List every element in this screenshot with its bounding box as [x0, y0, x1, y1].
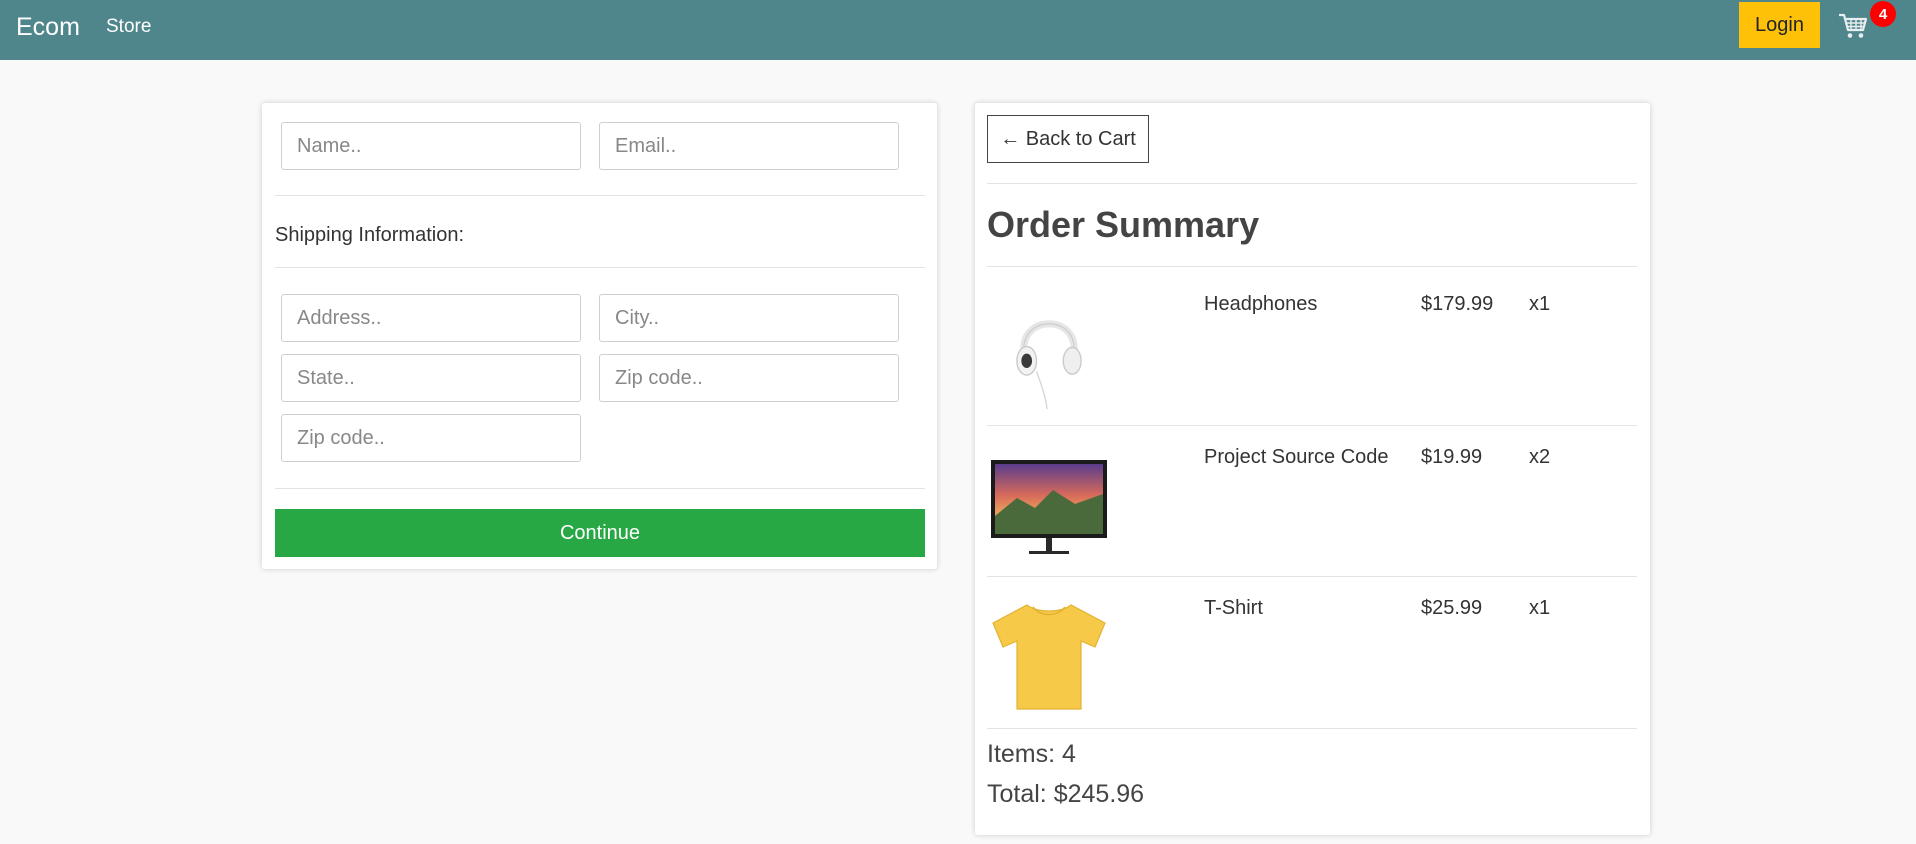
divider [987, 576, 1637, 577]
item-price: $25.99 [1421, 597, 1483, 619]
divider [987, 266, 1637, 267]
monitor-image [991, 460, 1107, 554]
state-input[interactable] [281, 354, 581, 402]
order-item-row: T-Shirt $25.99 x1 [987, 587, 1637, 737]
order-total: Total: $245.96 [987, 780, 1145, 808]
continue-button[interactable]: Continue [275, 509, 925, 557]
item-price: $179.99 [1421, 293, 1494, 315]
zip-code-input-secondary[interactable] [281, 414, 581, 462]
checkout-form-card: Shipping Information: Continue [262, 103, 937, 569]
headphones-image [1016, 320, 1082, 409]
divider [275, 195, 925, 196]
order-summary-title: Order Summary [987, 204, 1260, 245]
order-item-row: Project Source Code $19.99 x2 [987, 436, 1637, 586]
item-name: Project Source Code [1204, 446, 1389, 468]
brand-logo[interactable]: Ecom [16, 12, 80, 42]
divider [987, 425, 1637, 426]
divider [275, 267, 925, 268]
cart-icon[interactable] [1838, 12, 1868, 40]
divider [987, 183, 1637, 184]
item-quantity: x1 [1529, 293, 1551, 315]
tshirt-image [992, 604, 1106, 710]
item-price: $19.99 [1421, 446, 1483, 468]
divider [275, 488, 925, 489]
item-name: T-Shirt [1204, 597, 1263, 619]
item-quantity: x2 [1529, 446, 1551, 468]
item-name: Headphones [1204, 293, 1318, 315]
items-count: Items: 4 [987, 740, 1076, 768]
order-item-row: Headphones $179.99 x1 [987, 283, 1637, 433]
order-summary-card: ← Back to Cart Order Summary Headphones … [975, 103, 1650, 835]
back-to-cart-button[interactable]: ← Back to Cart [987, 115, 1149, 163]
cart-count-badge: 4 [1870, 1, 1896, 27]
divider [987, 728, 1637, 729]
zip-code-input[interactable] [599, 354, 899, 402]
shipping-info-heading: Shipping Information: [275, 224, 465, 246]
nav-link-store[interactable]: Store [106, 15, 151, 39]
address-input[interactable] [281, 294, 581, 342]
email-input[interactable] [599, 122, 899, 170]
name-input[interactable] [281, 122, 581, 170]
item-quantity: x1 [1529, 597, 1551, 619]
top-navbar: Ecom Store Login 4 [0, 0, 1916, 60]
login-button[interactable]: Login [1739, 2, 1820, 48]
city-input[interactable] [599, 294, 899, 342]
